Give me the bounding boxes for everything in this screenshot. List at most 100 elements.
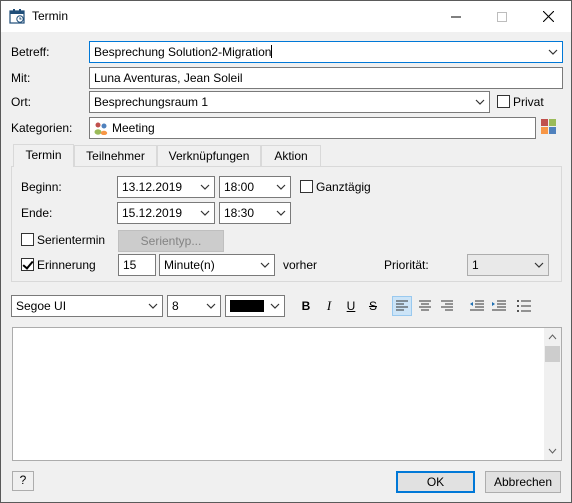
serientermin-label: Serientermin bbox=[37, 233, 106, 247]
serientermin-checkbox[interactable] bbox=[21, 233, 34, 246]
italic-button[interactable]: I bbox=[319, 296, 339, 316]
maximize-icon bbox=[497, 11, 507, 22]
mit-field[interactable]: Luna Aventuras, Jean Soleil bbox=[89, 67, 563, 89]
align-center-icon bbox=[419, 300, 431, 311]
numbered-list-button[interactable] bbox=[514, 296, 534, 316]
erinnerung-unit-select[interactable]: Minute(n) bbox=[159, 254, 275, 276]
chevron-down-icon[interactable] bbox=[146, 299, 160, 313]
ort-label: Ort: bbox=[11, 95, 31, 109]
minimize-button[interactable] bbox=[433, 1, 479, 32]
chevron-down-icon[interactable] bbox=[274, 180, 288, 194]
betreff-combobox[interactable]: Besprechung Solution2-Migration bbox=[89, 41, 563, 63]
scroll-thumb[interactable] bbox=[545, 346, 560, 362]
tab-verknuepfungen[interactable]: Verknüpfungen bbox=[157, 145, 261, 167]
close-button[interactable] bbox=[525, 1, 571, 32]
underline-button[interactable]: U bbox=[341, 296, 361, 316]
mit-value: Luna Aventuras, Jean Soleil bbox=[94, 71, 243, 85]
chevron-down-icon[interactable] bbox=[198, 206, 212, 220]
font-color-select[interactable] bbox=[225, 295, 285, 317]
tab-label: Termin bbox=[25, 148, 62, 162]
prioritaet-value: 1 bbox=[472, 258, 479, 272]
minimize-icon bbox=[451, 16, 461, 17]
erinnerung-checkbox[interactable] bbox=[21, 258, 34, 271]
scroll-down-icon[interactable] bbox=[544, 444, 561, 458]
color-swatch bbox=[230, 300, 264, 312]
tab-termin[interactable]: Termin bbox=[13, 144, 74, 167]
bold-button[interactable]: B bbox=[296, 296, 316, 316]
tab-aktion[interactable]: Aktion bbox=[261, 145, 321, 167]
font-family-select[interactable]: Segoe UI bbox=[11, 295, 163, 317]
ok-label: OK bbox=[426, 475, 445, 489]
chevron-down-icon[interactable] bbox=[473, 95, 487, 109]
align-right-button[interactable] bbox=[437, 296, 457, 316]
mit-label: Mit: bbox=[11, 71, 31, 85]
ganztaegig-label: Ganztägig bbox=[316, 180, 371, 194]
erinnerung-unit-value: Minute(n) bbox=[164, 258, 215, 272]
kategorien-value: Meeting bbox=[112, 121, 155, 135]
categories-color-icon[interactable] bbox=[541, 119, 557, 135]
ort-value: Besprechungsraum 1 bbox=[94, 95, 209, 109]
title-bar: Termin bbox=[1, 1, 571, 32]
align-left-button[interactable] bbox=[392, 296, 412, 316]
ende-time-value: 18:30 bbox=[224, 206, 255, 220]
ort-combobox[interactable]: Besprechungsraum 1 bbox=[89, 91, 490, 113]
beginn-date-picker[interactable]: 13.12.2019 bbox=[117, 176, 215, 198]
font-size-select[interactable]: 8 bbox=[167, 295, 221, 317]
cancel-button[interactable]: Abbrechen bbox=[485, 471, 561, 493]
beginn-label: Beginn: bbox=[21, 180, 62, 194]
chevron-down-icon[interactable] bbox=[204, 299, 218, 313]
help-button[interactable]: ? bbox=[12, 471, 34, 491]
indent-button[interactable] bbox=[489, 296, 509, 316]
betreff-value: Besprechung Solution2-Migration bbox=[94, 45, 272, 59]
ende-date-value: 15.12.2019 bbox=[122, 206, 183, 220]
calendar-icon bbox=[9, 9, 25, 24]
notes-editor[interactable] bbox=[12, 327, 562, 461]
align-right-icon bbox=[441, 300, 453, 311]
erinnerung-value: 15 bbox=[123, 258, 137, 272]
beginn-time-picker[interactable]: 18:00 bbox=[219, 176, 291, 198]
people-icon bbox=[94, 122, 108, 135]
close-icon bbox=[542, 11, 554, 22]
ok-button[interactable]: OK bbox=[396, 471, 475, 493]
ende-date-picker[interactable]: 15.12.2019 bbox=[117, 202, 215, 224]
window-title: Termin bbox=[32, 9, 69, 23]
chevron-down-icon[interactable] bbox=[258, 258, 272, 272]
termin-dialog: Termin Betreff: Besprechung Solution2-Mi… bbox=[0, 0, 572, 503]
beginn-time-value: 18:00 bbox=[224, 180, 255, 194]
serientyp-button[interactable]: Serientyp... bbox=[118, 230, 224, 252]
erinnerung-value-field[interactable]: 15 bbox=[118, 254, 156, 276]
chevron-down-icon[interactable] bbox=[532, 258, 546, 272]
tab-teilnehmer[interactable]: Teilnehmer bbox=[74, 145, 157, 167]
chevron-down-icon[interactable] bbox=[546, 45, 560, 59]
chevron-down-icon[interactable] bbox=[268, 299, 282, 313]
erinnerung-label: Erinnerung bbox=[37, 258, 96, 272]
align-left-icon bbox=[396, 300, 408, 311]
vertical-scrollbar[interactable] bbox=[544, 328, 561, 460]
privat-label: Privat bbox=[513, 95, 544, 109]
maximize-button[interactable] bbox=[479, 1, 525, 32]
scroll-up-icon[interactable] bbox=[544, 330, 561, 344]
kategorien-field[interactable]: Meeting bbox=[89, 117, 536, 139]
prioritaet-select[interactable]: 1 bbox=[467, 254, 549, 276]
tab-label: Teilnehmer bbox=[86, 149, 145, 163]
tab-label: Verknüpfungen bbox=[168, 149, 250, 163]
chevron-down-icon[interactable] bbox=[274, 206, 288, 220]
font-family-value: Segoe UI bbox=[16, 299, 67, 313]
tab-label: Aktion bbox=[274, 149, 308, 163]
chevron-down-icon[interactable] bbox=[198, 180, 212, 194]
outdent-icon bbox=[470, 300, 484, 311]
kategorien-label: Kategorien: bbox=[11, 121, 73, 135]
ende-time-picker[interactable]: 18:30 bbox=[219, 202, 291, 224]
strikethrough-button[interactable]: S bbox=[363, 296, 383, 316]
privat-checkbox[interactable] bbox=[497, 95, 510, 108]
vorher-label: vorher bbox=[283, 258, 318, 272]
align-center-button[interactable] bbox=[415, 296, 435, 316]
ganztaegig-checkbox[interactable] bbox=[300, 180, 313, 193]
outdent-button[interactable] bbox=[467, 296, 487, 316]
text-cursor bbox=[271, 45, 273, 58]
font-size-value: 8 bbox=[172, 299, 179, 313]
beginn-date-value: 13.12.2019 bbox=[122, 180, 183, 194]
help-icon: ? bbox=[19, 473, 27, 487]
numbered-list-icon bbox=[517, 300, 531, 312]
serientyp-label: Serientyp... bbox=[140, 234, 202, 248]
